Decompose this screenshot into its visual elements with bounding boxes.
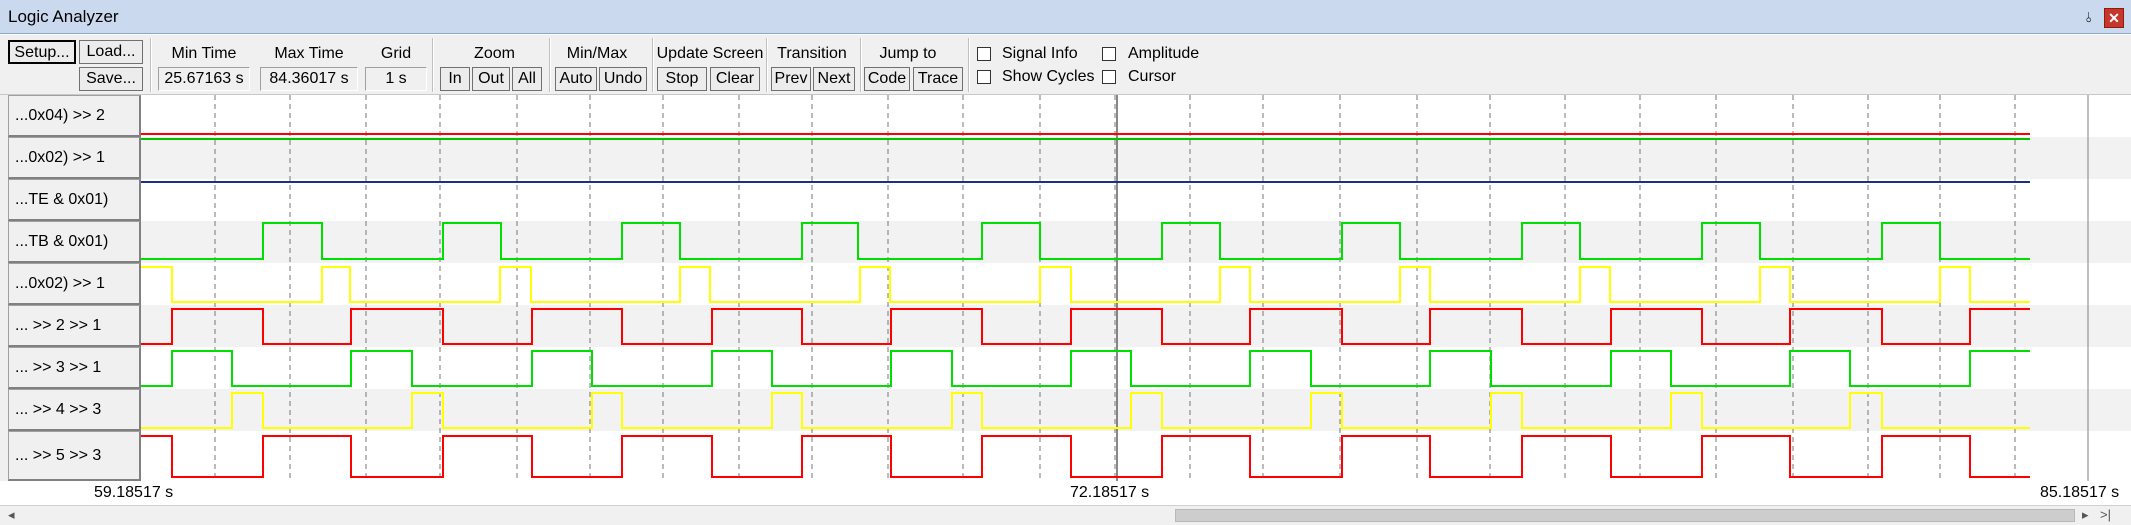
signal-info-label: Signal Info bbox=[1002, 45, 1078, 62]
separator bbox=[432, 38, 434, 92]
signal-name[interactable]: ... >> 5 >> 3 bbox=[8, 431, 141, 481]
min-time-value: 25.67163 s bbox=[158, 67, 250, 91]
auto-button[interactable]: Auto bbox=[555, 67, 597, 91]
signal-name[interactable]: ... >> 4 >> 3 bbox=[8, 389, 141, 431]
zoom-label: Zoom bbox=[474, 45, 515, 62]
stop-button[interactable]: Stop bbox=[657, 67, 707, 91]
scroll-right-icon[interactable]: ▸ bbox=[2082, 507, 2089, 523]
separator bbox=[766, 38, 768, 92]
time-axis-start: 59.18517 s bbox=[94, 484, 174, 501]
scrollbar-thumb[interactable] bbox=[1175, 509, 2075, 522]
separator bbox=[652, 38, 654, 92]
jump-to-label: Jump to bbox=[879, 45, 937, 62]
signal-name[interactable]: ...0x02) >> 1 bbox=[8, 263, 141, 305]
save-button[interactable]: Save... bbox=[79, 67, 143, 91]
amplitude-label: Amplitude bbox=[1128, 45, 1200, 62]
amplitude-checkbox[interactable] bbox=[1102, 47, 1116, 61]
signal-name[interactable]: ...0x02) >> 1 bbox=[8, 137, 141, 179]
cursor-checkbox[interactable] bbox=[1102, 70, 1116, 84]
close-icon[interactable]: ✕ bbox=[2104, 8, 2124, 28]
jump-code-button[interactable]: Code bbox=[864, 67, 910, 91]
scroll-left-icon[interactable]: ◂ bbox=[8, 507, 15, 523]
prev-button[interactable]: Prev bbox=[771, 67, 811, 91]
max-time-label: Max Time bbox=[274, 45, 344, 62]
signal-name[interactable]: ...TB & 0x01) bbox=[8, 221, 141, 263]
zoom-all-button[interactable]: All bbox=[512, 67, 542, 91]
zoom-in-button[interactable]: In bbox=[440, 67, 470, 91]
max-time-value: 84.36017 s bbox=[260, 67, 358, 91]
clear-button[interactable]: Clear bbox=[710, 67, 760, 91]
time-axis-end: 85.18517 s bbox=[2040, 484, 2120, 501]
setup-button[interactable]: Setup... bbox=[8, 40, 76, 64]
window-titlebar: Logic Analyzer ⫰ ✕ bbox=[0, 0, 2131, 34]
separator bbox=[549, 38, 551, 92]
update-screen-label: Update Screen bbox=[656, 45, 764, 62]
load-button[interactable]: Load... bbox=[79, 40, 143, 64]
horizontal-scrollbar[interactable]: ◂ ▸ >| bbox=[0, 505, 2131, 525]
signal-name[interactable]: ... >> 3 >> 1 bbox=[8, 347, 141, 389]
show-cycles-label: Show Cycles bbox=[1002, 68, 1095, 85]
scroll-end-icon[interactable]: >| bbox=[2100, 507, 2111, 522]
show-cycles-checkbox[interactable] bbox=[977, 70, 991, 84]
window-title: Logic Analyzer bbox=[8, 7, 119, 26]
signal-info-checkbox[interactable] bbox=[977, 47, 991, 61]
zoom-out-button[interactable]: Out bbox=[472, 67, 510, 91]
signal-name[interactable]: ...0x04) >> 2 bbox=[8, 95, 141, 137]
undo-button[interactable]: Undo bbox=[599, 67, 647, 91]
grid-label: Grid bbox=[380, 45, 412, 62]
min-time-label: Min Time bbox=[171, 45, 237, 62]
jump-trace-button[interactable]: Trace bbox=[913, 67, 963, 91]
separator bbox=[150, 38, 152, 92]
separator bbox=[968, 38, 970, 92]
toolbar: Setup... Load... Save... Min Time 25.671… bbox=[0, 35, 2131, 95]
minmax-label: Min/Max bbox=[566, 45, 628, 62]
signal-name[interactable]: ... >> 2 >> 1 bbox=[8, 305, 141, 347]
transition-label: Transition bbox=[777, 45, 847, 62]
pin-icon[interactable]: ⫰ bbox=[2080, 8, 2098, 26]
waveform-display[interactable] bbox=[141, 95, 2131, 481]
cursor-label: Cursor bbox=[1128, 68, 1177, 85]
grid-value: 1 s bbox=[365, 67, 427, 91]
next-button[interactable]: Next bbox=[813, 67, 855, 91]
time-axis-cursor: 72.18517 s bbox=[1070, 484, 1150, 501]
signal-name[interactable]: ...TE & 0x01) bbox=[8, 179, 141, 221]
